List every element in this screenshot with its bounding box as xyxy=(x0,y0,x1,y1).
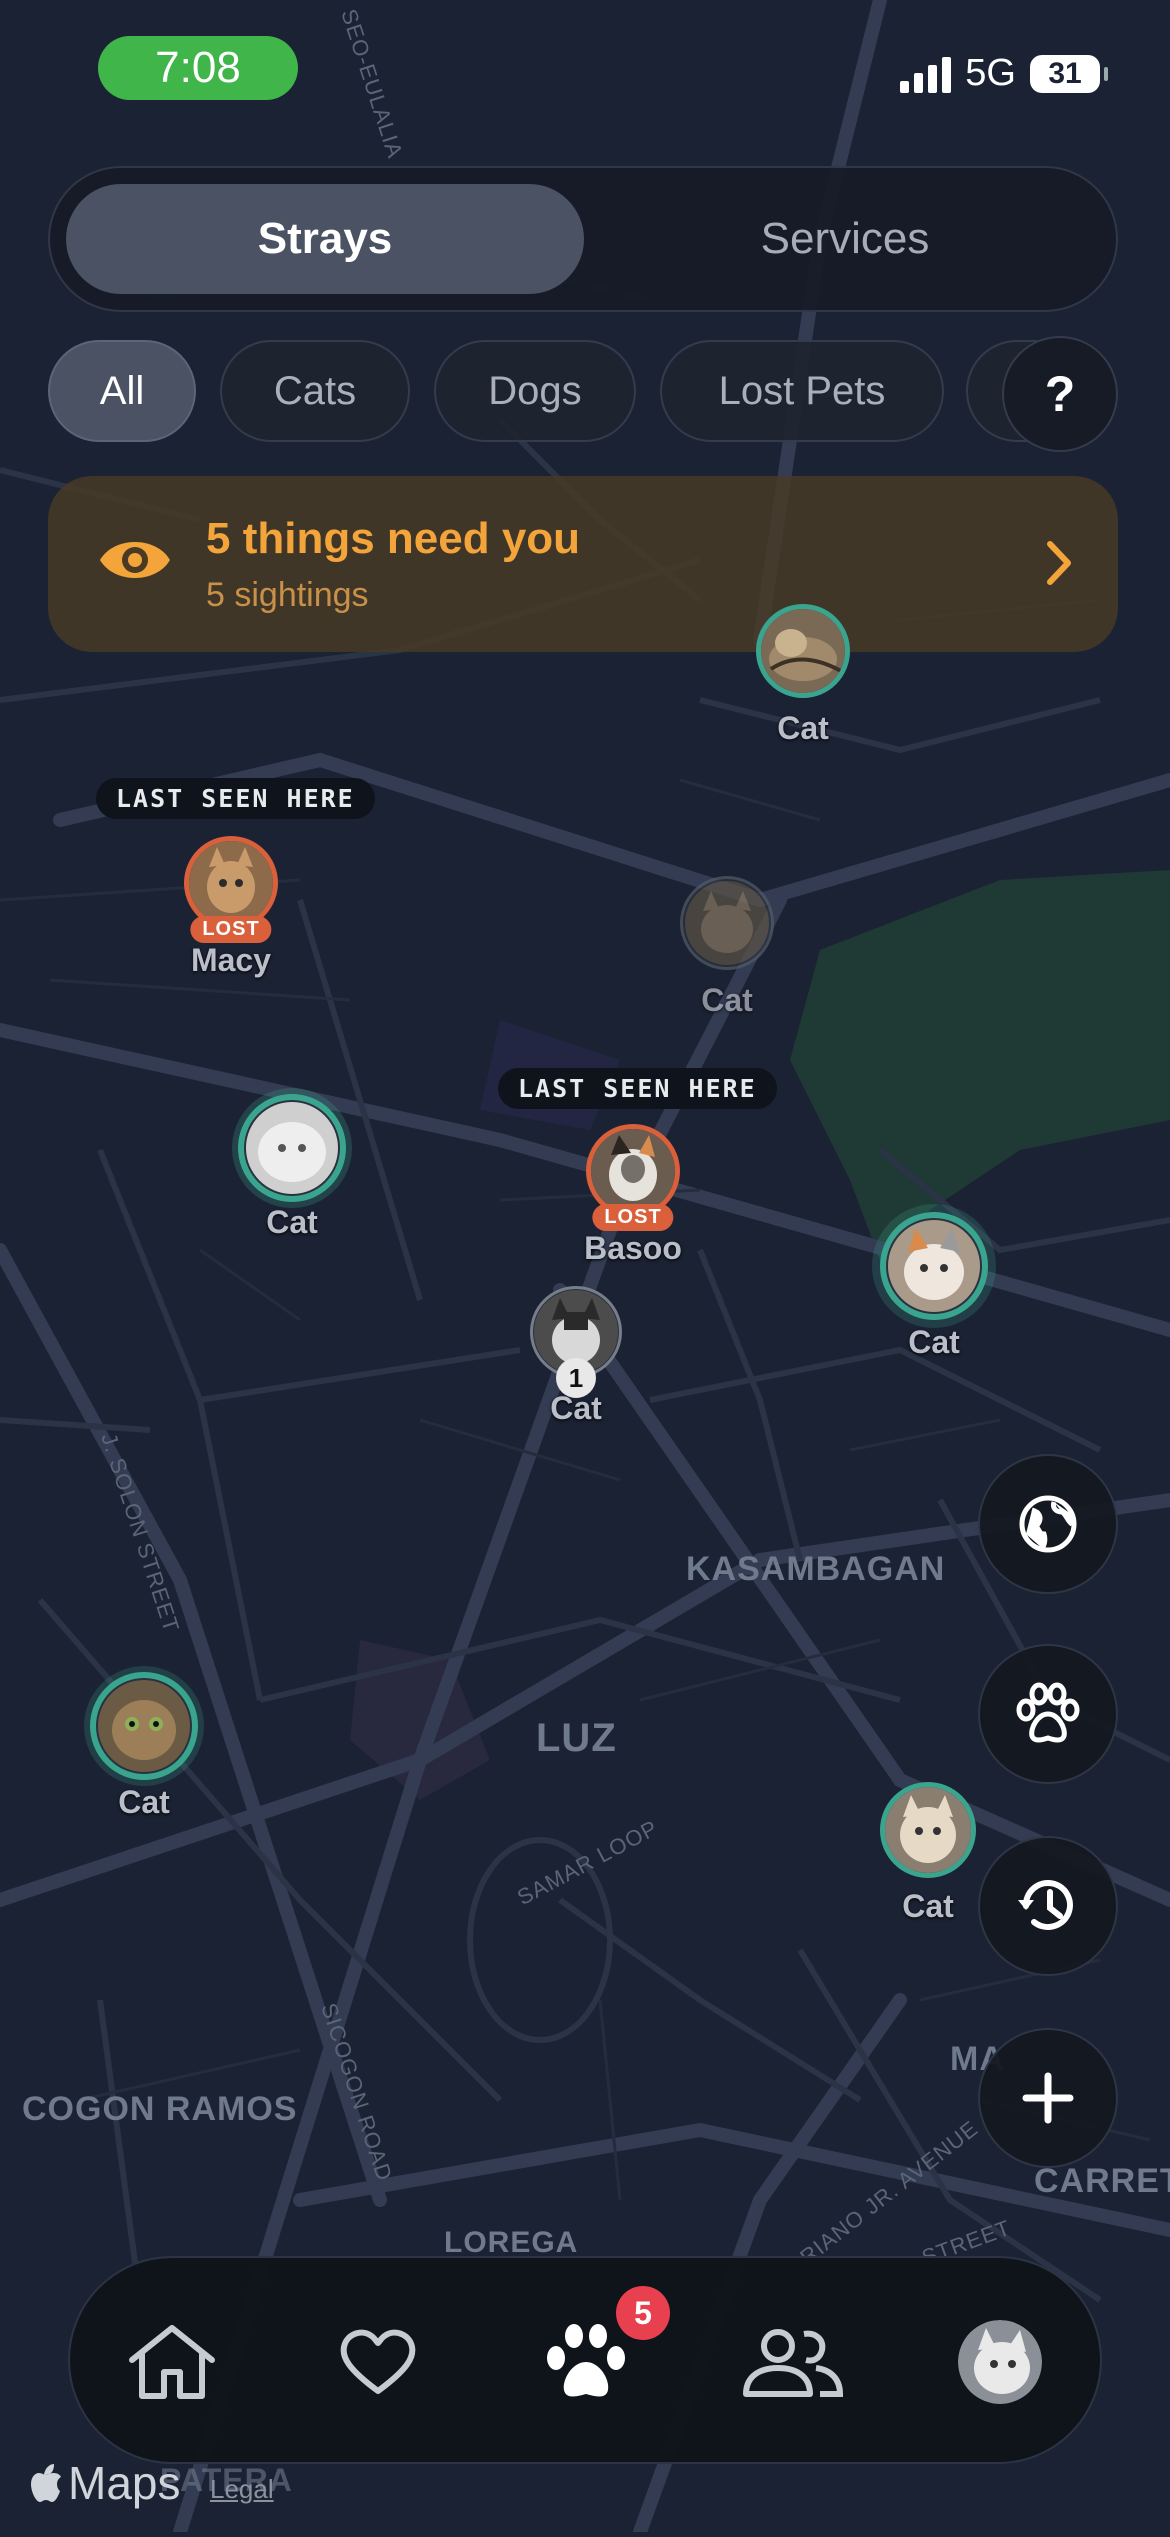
segment-strays[interactable]: Strays xyxy=(66,184,584,294)
area-label-kasambagan: KASAMBAGAN xyxy=(686,1550,946,1588)
area-label-carreta: CARRETA xyxy=(1034,2162,1170,2200)
area-label-luz: LUZ xyxy=(536,1716,617,1760)
tab-home[interactable] xyxy=(112,2302,232,2422)
network-label: 5G xyxy=(965,52,1016,94)
tab-favorites[interactable] xyxy=(318,2302,438,2422)
paw-filter-button[interactable] xyxy=(978,1644,1118,1784)
area-label-lorega: LOREGA xyxy=(444,2226,579,2259)
cat-photo-icon xyxy=(246,1102,338,1194)
pin-label: Cat xyxy=(777,710,829,746)
needs-attention-banner[interactable]: 5 things need you 5 sightings xyxy=(48,476,1118,652)
plus-icon xyxy=(1022,2072,1074,2124)
help-button[interactable]: ? xyxy=(1002,336,1118,452)
add-sighting-button[interactable] xyxy=(978,2028,1118,2168)
chip-all[interactable]: All xyxy=(48,340,196,442)
cat-photo-icon xyxy=(591,1129,675,1213)
alert-subtitle: 5 sightings xyxy=(206,576,369,614)
notification-badge: 5 xyxy=(616,2286,670,2340)
tab-profile[interactable] xyxy=(940,2302,1060,2422)
last-seen-callout: LAST SEEN HERE xyxy=(498,1068,777,1109)
globe-button[interactable] xyxy=(978,1454,1118,1594)
chip-cats[interactable]: Cats xyxy=(220,340,410,442)
eye-icon xyxy=(100,542,170,578)
lost-badge: LOST xyxy=(592,1204,674,1231)
strays-services-segment: Strays Services xyxy=(48,166,1118,312)
pin-label: Cat xyxy=(701,982,753,1018)
pin-label: Cat xyxy=(118,1784,170,1820)
cat-photo-icon xyxy=(761,609,845,693)
pin-label: Macy xyxy=(190,942,272,978)
pin-label: Cat xyxy=(550,1390,602,1426)
battery-icon: 31 xyxy=(1030,54,1108,93)
status-indicators: 5G 31 xyxy=(900,52,1108,95)
profile-avatar xyxy=(958,2320,1042,2404)
last-seen-callout: LAST SEEN HERE xyxy=(96,778,375,819)
tab-community[interactable] xyxy=(732,2302,852,2422)
pin-label: Cat xyxy=(266,1204,318,1240)
history-button[interactable] xyxy=(978,1836,1118,1976)
bottom-tab-bar: 5 xyxy=(68,2256,1102,2464)
signal-icon xyxy=(900,55,952,93)
heart-icon xyxy=(340,2329,416,2394)
paw-icon xyxy=(1016,1682,1080,1743)
legal-link[interactable]: Legal xyxy=(210,2474,274,2505)
cat-photo-icon xyxy=(685,881,769,965)
segment-services[interactable]: Services xyxy=(586,184,1104,294)
history-icon xyxy=(1018,1880,1073,1931)
cat-photo-icon xyxy=(98,1680,190,1772)
status-time: 7:08 xyxy=(98,36,298,100)
maps-label: Maps xyxy=(68,2457,181,2509)
apple-maps-logo: Maps xyxy=(30,2456,180,2510)
chevron-right-icon xyxy=(1047,541,1071,585)
filter-chips: All Cats Dogs Lost Pets xyxy=(48,340,1048,446)
chip-dogs[interactable]: Dogs xyxy=(434,340,636,442)
people-icon xyxy=(743,2329,844,2397)
pin-label: Cat xyxy=(902,1888,954,1924)
lost-badge: LOST xyxy=(190,916,272,943)
alert-title: 5 things need you xyxy=(206,514,581,563)
apple-icon xyxy=(31,2464,61,2502)
cat-photo-icon xyxy=(189,841,273,925)
cat-photo-icon xyxy=(885,1787,971,1873)
pin-label: Cat xyxy=(908,1324,960,1360)
home-icon xyxy=(129,2325,215,2399)
area-label-cogon-ramos: COGON RAMOS xyxy=(22,2090,298,2128)
cat-photo-icon xyxy=(888,1220,980,1312)
globe-icon xyxy=(1019,1495,1077,1553)
paw-icon xyxy=(547,2324,625,2397)
chip-lost-pets[interactable]: Lost Pets xyxy=(660,340,944,442)
pin-label: Basoo xyxy=(584,1230,682,1266)
